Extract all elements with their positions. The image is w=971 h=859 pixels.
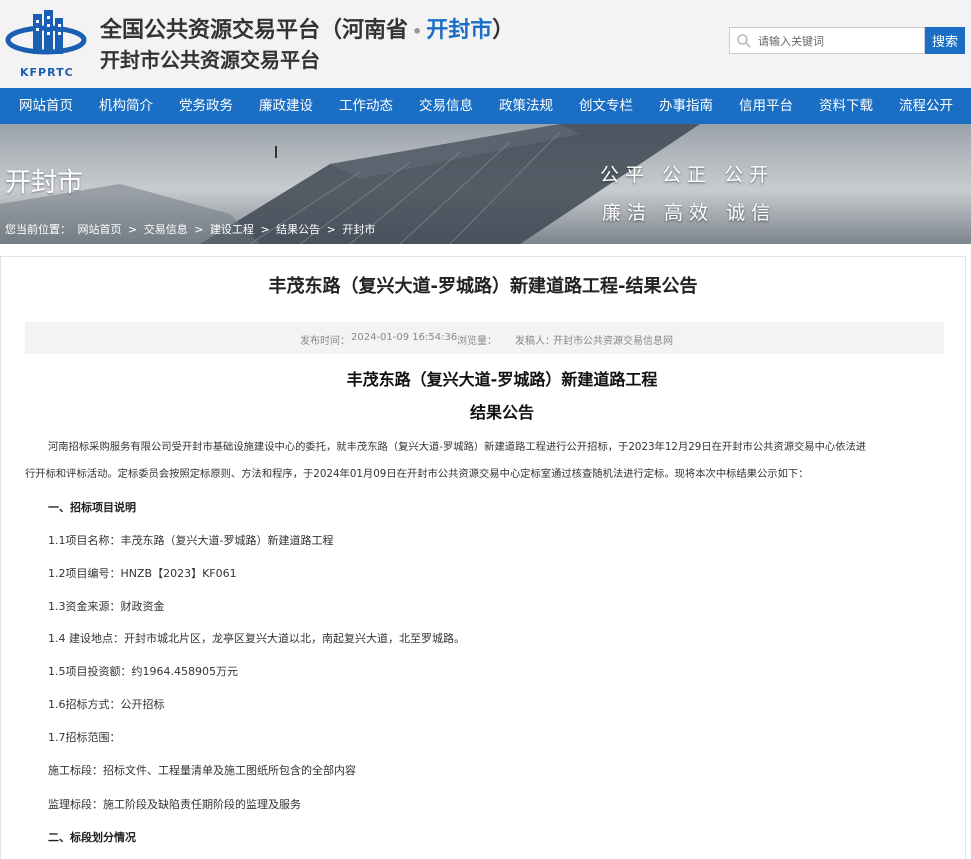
section-heading-2: 二、标段划分情况 bbox=[48, 831, 136, 844]
breadcrumb-link-city[interactable]: 开封市 bbox=[342, 223, 375, 236]
item-project-number: 1.2项目编号：HNZB【2023】KF061 bbox=[48, 567, 237, 580]
banner-motto-line2: 廉洁 高效 诚信 bbox=[602, 202, 777, 224]
logo-text: KFPRTC bbox=[20, 66, 74, 79]
breadcrumb-link-trade-info[interactable]: 交易信息 bbox=[144, 223, 188, 236]
breadcrumb-separator: > bbox=[326, 223, 336, 236]
site-title-prefix: 全国公共资源交易平台（河南省 bbox=[100, 18, 409, 43]
document-subtitle: 结果公告 bbox=[469, 403, 534, 422]
article-title: 丰茂东路（复兴大道-罗城路）新建道路工程-结果公告 bbox=[268, 276, 698, 297]
section-heading-1: 一、招标项目说明 bbox=[48, 501, 136, 514]
site-title-dot: • bbox=[412, 22, 423, 41]
banner-city-title: 开封市 bbox=[5, 168, 84, 198]
site-title-city: 开封市 bbox=[426, 18, 493, 43]
item-bidding-scope: 1.7招标范围： bbox=[48, 731, 121, 744]
nav-item-home[interactable]: 网站首页 bbox=[19, 88, 73, 124]
search-box bbox=[729, 27, 925, 54]
views-label: 浏览量： bbox=[457, 336, 497, 347]
search-button[interactable]: 搜索 bbox=[925, 27, 965, 54]
scope-construction: 施工标段：招标文件、工程量清单及施工图纸所包含的全部内容 bbox=[48, 764, 356, 777]
article-meta-bar: 发布时间： 2024-01-09 16:54:36 浏览量： 发稿人： 开封市公… bbox=[25, 322, 944, 354]
breadcrumb-label: 您当前位置： bbox=[5, 223, 71, 236]
nav-item-about[interactable]: 机构简介 bbox=[99, 88, 153, 124]
item-funding-source: 1.3资金来源：财政资金 bbox=[48, 600, 165, 613]
publish-time-label: 发布时间： bbox=[300, 336, 350, 347]
breadcrumb-separator: > bbox=[194, 223, 204, 236]
item-location: 1.4 建设地点：开封市城北片区，龙亭区复兴大道以北，南起复兴大道，北至罗城路。 bbox=[48, 632, 465, 645]
document-title: 丰茂东路（复兴大道-罗城路）新建道路工程 bbox=[346, 370, 658, 389]
nav-item-integrity[interactable]: 廉政建设 bbox=[259, 88, 313, 124]
site-title-suffix: ） bbox=[492, 18, 515, 43]
intro-paragraph-line2: 行开标和评标活动。定标委员会按照定标原则、方法和程序，于2024年01月09日在… bbox=[25, 468, 809, 480]
item-bidding-method: 1.6招标方式：公开招标 bbox=[48, 698, 165, 711]
nav-item-party-affairs[interactable]: 党务政务 bbox=[179, 88, 233, 124]
nav-item-downloads[interactable]: 资料下载 bbox=[819, 88, 873, 124]
item-investment: 1.5项目投资额：约1964.458905万元 bbox=[48, 665, 238, 678]
breadcrumb-separator: > bbox=[260, 223, 270, 236]
search-icon bbox=[737, 34, 751, 48]
site-logo[interactable]: KFPRTC bbox=[5, 8, 87, 79]
nav-item-work-news[interactable]: 工作动态 bbox=[339, 88, 393, 124]
page-banner: 开封市 公平 公正 公开 廉洁 高效 诚信 您当前位置： 网站首页 > 交易信息… bbox=[0, 124, 971, 244]
author-name: 开封市公共资源交易信息网 bbox=[553, 336, 673, 347]
nav-item-guide[interactable]: 办事指南 bbox=[659, 88, 713, 124]
breadcrumb-link-construction[interactable]: 建设工程 bbox=[210, 223, 254, 236]
intro-paragraph-line1: 河南招标采购服务有限公司受开封市基础设施建设中心的委托，就丰茂东路（复兴大道-罗… bbox=[48, 441, 867, 453]
scope-supervision: 监理标段：施工阶段及缺陷责任期阶段的监理及服务 bbox=[48, 798, 301, 811]
author-label: 发稿人： bbox=[515, 336, 555, 347]
breadcrumb-link-home[interactable]: 网站首页 bbox=[78, 223, 122, 236]
nav-item-civilization[interactable]: 创文专栏 bbox=[579, 88, 633, 124]
banner-motto-line1: 公平 公正 公开 bbox=[600, 164, 775, 186]
main-nav: 网站首页 机构简介 党务政务 廉政建设 工作动态 交易信息 政策法规 创文专栏 … bbox=[0, 88, 971, 124]
breadcrumb-link-result[interactable]: 结果公告 bbox=[276, 223, 320, 236]
nav-item-trade-info[interactable]: 交易信息 bbox=[419, 88, 473, 124]
item-project-name: 1.1项目名称：丰茂东路（复兴大道-罗城路）新建道路工程 bbox=[48, 534, 334, 547]
breadcrumb: 您当前位置： 网站首页 > 交易信息 > 建设工程 > 结果公告 > 开封市 bbox=[5, 221, 378, 237]
breadcrumb-separator: > bbox=[128, 223, 138, 236]
nav-item-process[interactable]: 流程公开 bbox=[899, 88, 953, 124]
publish-time: 2024-01-09 16:54:36 bbox=[351, 332, 458, 343]
logo-emblem-icon bbox=[5, 10, 87, 55]
nav-item-policies[interactable]: 政策法规 bbox=[499, 88, 553, 124]
site-subtitle: 开封市公共资源交易平台 bbox=[100, 48, 320, 72]
site-header: KFPRTC 全国公共资源交易平台（河南省•开封市） 开封市公共资源交易平台 搜… bbox=[0, 0, 971, 88]
search-input[interactable] bbox=[758, 31, 920, 51]
nav-item-credit[interactable]: 信用平台 bbox=[739, 88, 793, 124]
site-title: 全国公共资源交易平台（河南省 • 开封市） bbox=[100, 12, 514, 44]
